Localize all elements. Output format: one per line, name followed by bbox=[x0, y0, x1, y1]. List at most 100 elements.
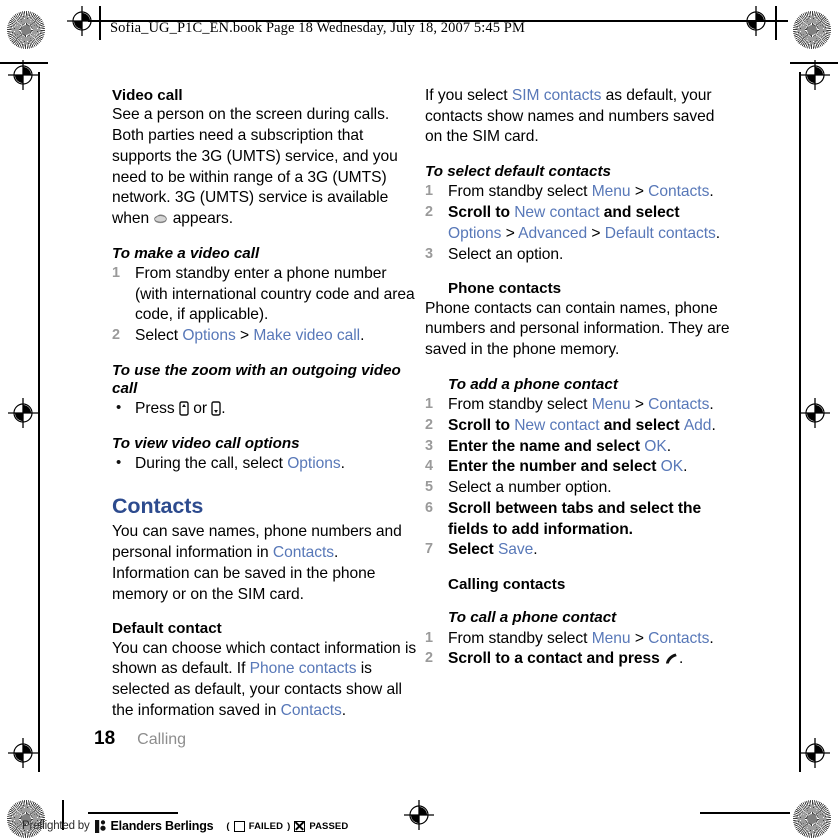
link-menu[interactable]: Menu bbox=[592, 396, 631, 413]
heading-to-view-video-call-options: To view video call options bbox=[112, 435, 300, 453]
preflight-failed-paren-open: ( bbox=[226, 820, 230, 832]
list-item: Select Options > Make video call. bbox=[112, 326, 417, 347]
registration-mark-icon bbox=[8, 738, 38, 768]
link-contacts[interactable]: Contacts bbox=[648, 183, 709, 200]
link-new-contact[interactable]: New contact bbox=[514, 204, 599, 221]
crop-rule-bottom-right bbox=[700, 812, 790, 814]
text-run: . bbox=[533, 541, 538, 559]
bullets-view-options: During the call, select Options. bbox=[112, 453, 417, 475]
steps-add-phone-contact: From standby select Menu > Contacts. Scr… bbox=[425, 395, 730, 561]
list-item: Scroll to New contact and select Add. bbox=[425, 416, 730, 437]
preflight-failed-paren-close: ) bbox=[287, 820, 291, 832]
3g-umts-icon bbox=[153, 211, 168, 224]
checkbox-failed[interactable] bbox=[233, 820, 245, 832]
text-run: . bbox=[711, 416, 716, 434]
heading-to-use-the-zoom: To use the zoom with an outgoing video c… bbox=[112, 361, 401, 398]
preflight-stamp: Preflighted by Elanders Berlings ( FAILE… bbox=[22, 819, 348, 833]
halftone-rosette-top-right bbox=[793, 11, 831, 49]
document-header-line: Sofia_UG_P1C_EN.book Page 18 Wednesday, … bbox=[110, 20, 525, 36]
link-ok[interactable]: OK bbox=[644, 438, 666, 455]
text-run: From standby enter a phone number (with … bbox=[135, 264, 415, 324]
page-number: 18 bbox=[94, 728, 116, 749]
paragraph-default-contact: You can choose which contact information… bbox=[112, 639, 417, 722]
link-options[interactable]: Options bbox=[287, 455, 340, 472]
heading-to-add-a-phone-contact: To add a phone contact bbox=[448, 375, 618, 393]
link-make-video-call[interactable]: Make video call bbox=[253, 327, 360, 344]
view-options-suffix: . bbox=[340, 455, 345, 473]
preflight-company: Elanders Berlings bbox=[110, 819, 214, 833]
link-contacts[interactable]: Contacts bbox=[648, 630, 709, 647]
text-run: . bbox=[709, 183, 714, 201]
contacts-text-part1: You can save names, phone numbers and pe… bbox=[112, 523, 402, 562]
link-contacts[interactable]: Contacts bbox=[648, 396, 709, 413]
link-options[interactable]: Options bbox=[448, 225, 501, 242]
text-run: From standby select bbox=[448, 183, 592, 201]
list-item: Scroll to New contact and select Options… bbox=[425, 203, 730, 244]
text-run: From standby select bbox=[448, 396, 592, 414]
sim-default-text-part1: If you select bbox=[425, 87, 512, 104]
link-contacts[interactable]: Contacts bbox=[281, 702, 342, 719]
zoom-bullet-middle: or bbox=[193, 400, 207, 418]
left-column: Video call See a person on the screen du… bbox=[112, 86, 417, 722]
text-run: > bbox=[587, 224, 605, 242]
text-run: Select an option. bbox=[448, 245, 564, 263]
text-run: . bbox=[679, 650, 684, 668]
checkbox-passed[interactable] bbox=[294, 820, 306, 832]
registration-mark-icon bbox=[67, 6, 97, 36]
registration-mark-icon bbox=[741, 6, 771, 36]
preflight-label: Preflighted by bbox=[22, 820, 90, 832]
text-run: Scroll to bbox=[448, 416, 515, 434]
text-run: . bbox=[709, 629, 714, 647]
heading-contacts: Contacts bbox=[112, 494, 204, 519]
bullets-zoom-outgoing: Press or . bbox=[112, 398, 417, 420]
link-new-contact[interactable]: New contact bbox=[514, 417, 599, 434]
view-options-prefix: During the call, select bbox=[135, 455, 288, 473]
text-run: . bbox=[709, 396, 714, 414]
link-contacts[interactable]: Contacts bbox=[273, 544, 334, 561]
steps-select-default-contacts: From standby select Menu > Contacts. Scr… bbox=[425, 182, 730, 265]
link-save[interactable]: Save bbox=[498, 541, 533, 558]
elanders-logo-icon bbox=[94, 819, 106, 833]
link-phone-contacts[interactable]: Phone contacts bbox=[250, 660, 357, 677]
text-run: Scroll to bbox=[448, 204, 515, 222]
heading-calling-contacts: Calling contacts bbox=[448, 575, 566, 593]
preflight-status: ( FAILED ) PASSED bbox=[226, 820, 349, 832]
text-run: > bbox=[501, 224, 519, 242]
preflight-passed-label: PASSED bbox=[309, 820, 349, 832]
list-item: Enter the number and select OK. bbox=[425, 457, 730, 478]
paragraph-sim-default: If you select SIM contacts as default, y… bbox=[425, 86, 730, 148]
video-call-text-part2: appears. bbox=[172, 209, 233, 227]
link-menu[interactable]: Menu bbox=[592, 183, 631, 200]
link-default-contacts[interactable]: Default contacts bbox=[605, 225, 716, 242]
call-key-icon bbox=[664, 651, 679, 664]
list-item: Enter the name and select OK. bbox=[425, 437, 730, 458]
text-run: Enter the number and select bbox=[448, 458, 661, 476]
list-item: Select an option. bbox=[425, 245, 730, 266]
link-add[interactable]: Add bbox=[684, 417, 712, 434]
registration-mark-icon bbox=[800, 738, 830, 768]
link-menu[interactable]: Menu bbox=[592, 630, 631, 647]
list-item: Scroll between tabs and select the field… bbox=[425, 499, 730, 540]
text-run: From standby select bbox=[448, 629, 592, 647]
zoom-bullet-suffix: . bbox=[221, 400, 226, 418]
link-options[interactable]: Options bbox=[182, 327, 235, 344]
link-sim-contacts[interactable]: SIM contacts bbox=[512, 87, 602, 104]
list-item: From standby enter a phone number (with … bbox=[112, 264, 417, 326]
list-item: Select a number option. bbox=[425, 478, 730, 499]
list-item: During the call, select Options. bbox=[112, 453, 417, 475]
right-column: If you select SIM contacts as default, y… bbox=[425, 86, 730, 670]
text-run: Scroll between tabs and select the field… bbox=[448, 499, 702, 538]
heading-default-contact: Default contact bbox=[112, 620, 222, 638]
nav-key-down-icon bbox=[211, 401, 221, 417]
heading-to-call-a-phone-contact: To call a phone contact bbox=[448, 609, 617, 627]
chapter-name: Calling bbox=[137, 731, 187, 748]
text-run: . bbox=[360, 327, 365, 345]
text-run: > bbox=[235, 327, 254, 345]
text-run: > bbox=[630, 183, 649, 201]
paragraph-contacts: You can save names, phone numbers and pe… bbox=[112, 522, 417, 605]
list-item: From standby select Menu > Contacts. bbox=[425, 395, 730, 416]
registration-mark-icon bbox=[404, 800, 434, 830]
link-ok[interactable]: OK bbox=[661, 458, 683, 475]
link-advanced[interactable]: Advanced bbox=[518, 225, 587, 242]
list-item: From standby select Menu > Contacts. bbox=[425, 182, 730, 203]
